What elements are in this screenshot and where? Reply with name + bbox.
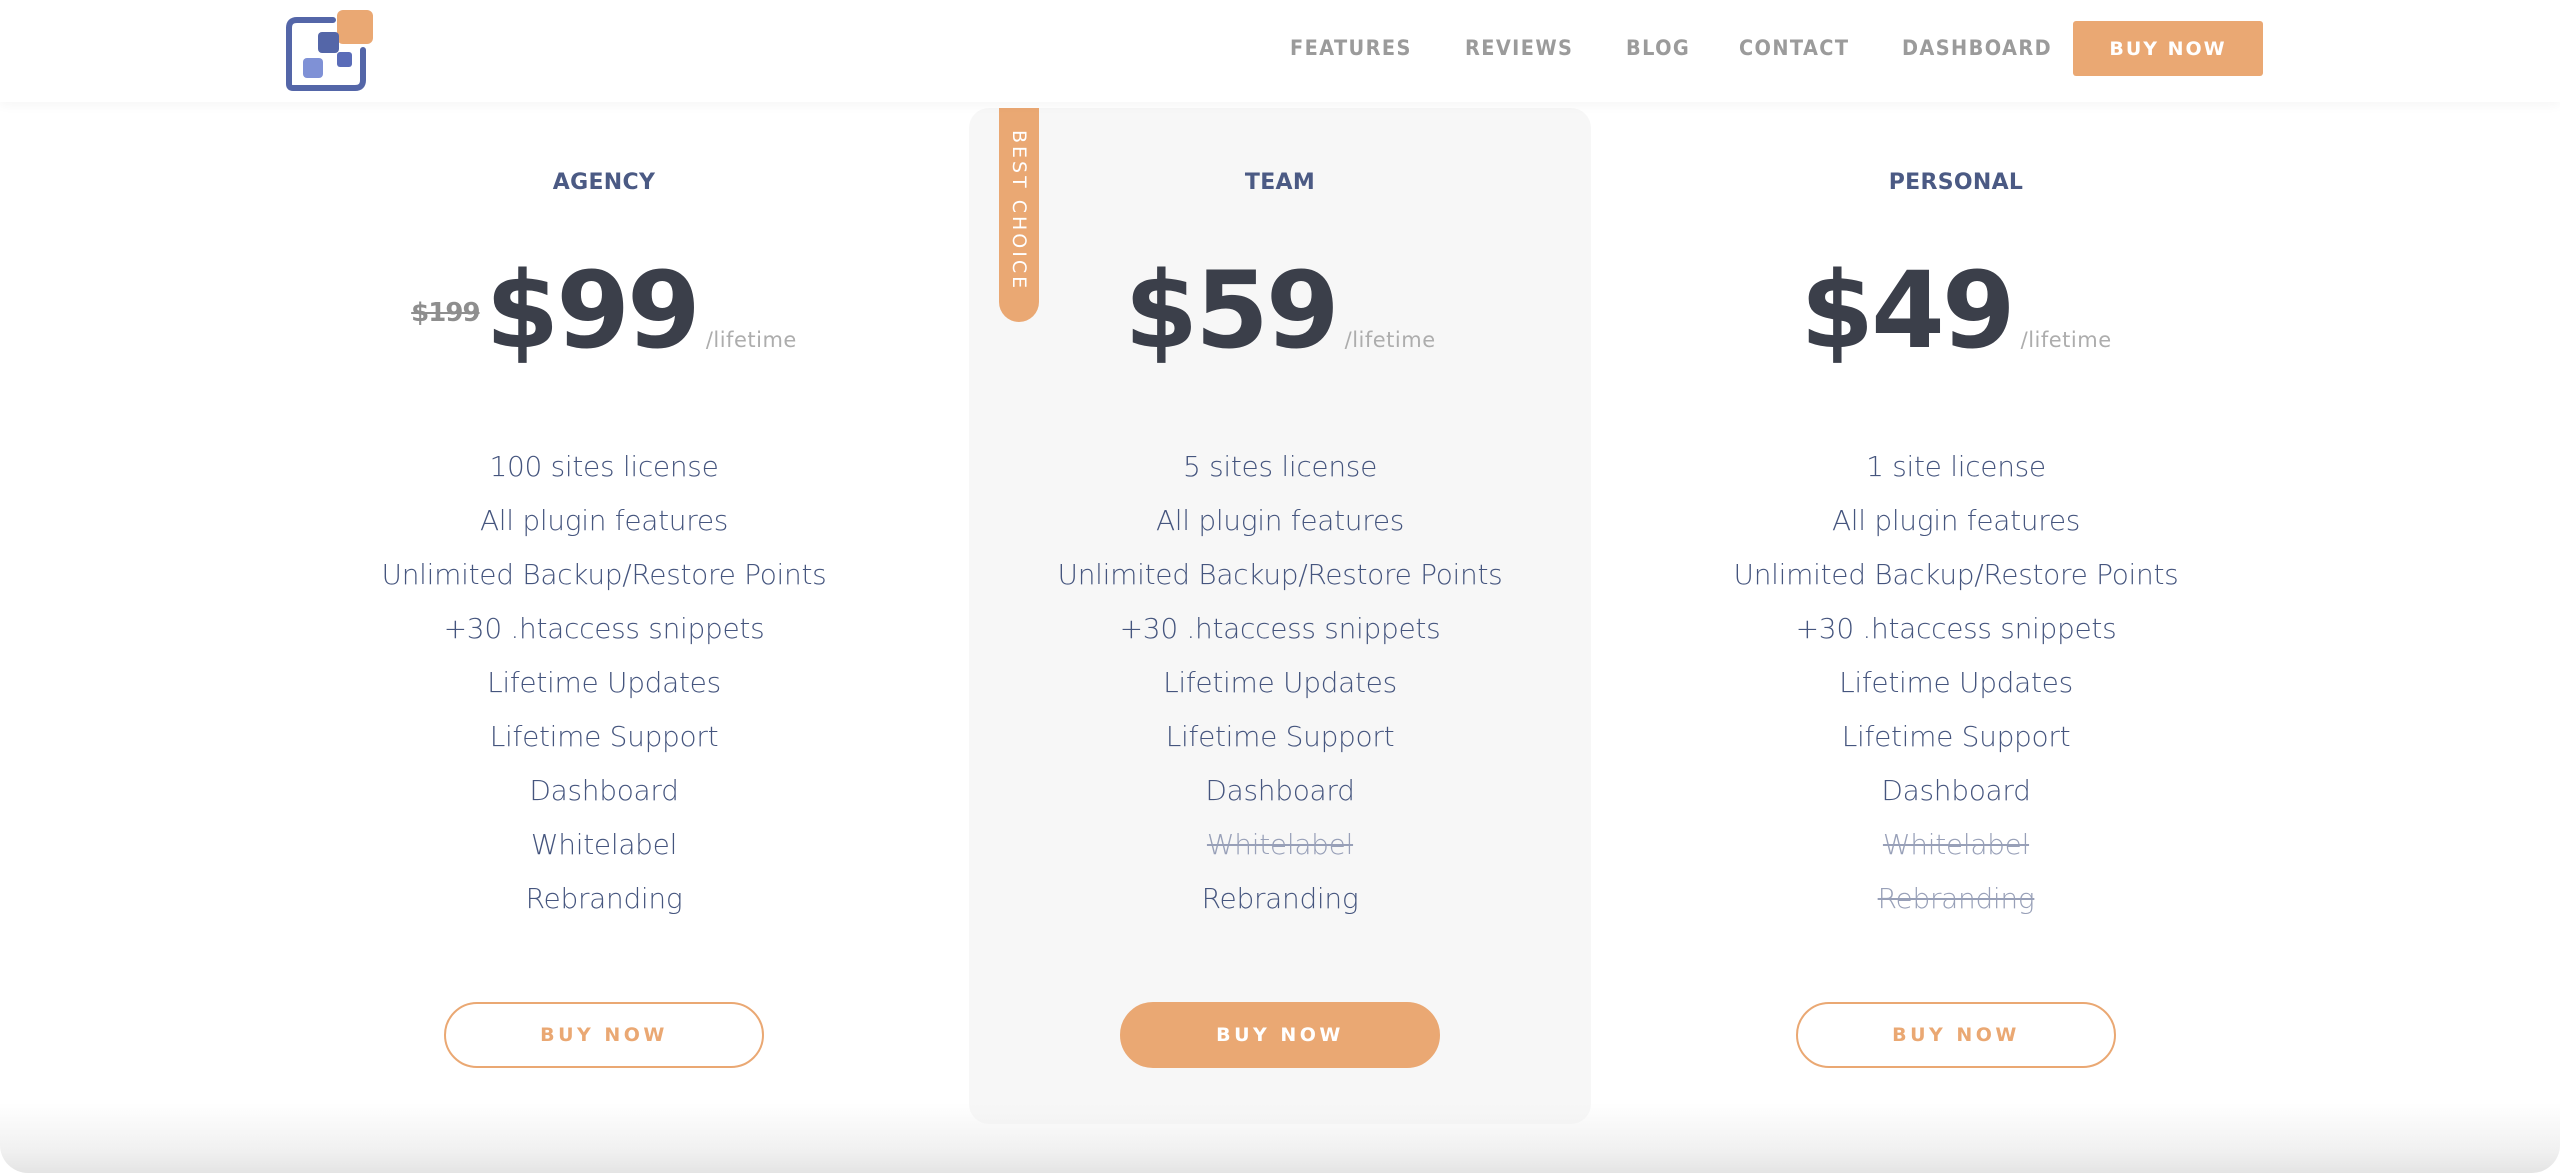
- header-buy-now-button[interactable]: BUY NOW: [2073, 21, 2263, 76]
- price-row: $59 /lifetime: [969, 258, 1591, 364]
- price-period: /lifetime: [705, 328, 797, 352]
- pricing-page: FEATURES REVIEWS BLOG CONTACT DASHBOARD …: [0, 0, 2560, 1173]
- nav-dashboard[interactable]: DASHBOARD: [1902, 36, 2052, 60]
- nav-features[interactable]: FEATURES: [1290, 36, 1412, 60]
- agency-buy-now-button[interactable]: BUY NOW: [444, 1002, 764, 1068]
- feature-item: Lifetime Support: [1165, 720, 1395, 753]
- nav-contact[interactable]: CONTACT: [1739, 36, 1849, 60]
- price-period: /lifetime: [1344, 328, 1436, 352]
- plan-title: AGENCY: [552, 170, 656, 195]
- nav-blog[interactable]: BLOG: [1626, 36, 1690, 60]
- feature-item: All plugin features: [1155, 504, 1405, 537]
- feature-item: Unlimited Backup/Restore Points: [1733, 558, 2179, 591]
- price: $49: [1800, 249, 2015, 372]
- main-nav: FEATURES REVIEWS BLOG CONTACT DASHBOARD: [1290, 0, 2108, 96]
- team-buy-now-button[interactable]: BUY NOW: [1120, 1002, 1440, 1068]
- personal-buy-now-button[interactable]: BUY NOW: [1796, 1002, 2116, 1068]
- feature-item: Dashboard: [1205, 774, 1355, 807]
- feature-item: Unlimited Backup/Restore Points: [381, 558, 827, 591]
- plan-title: TEAM: [1244, 170, 1316, 195]
- feature-item: Lifetime Updates: [487, 666, 721, 699]
- feature-list: 1 site license All plugin features Unlimit…: [1645, 440, 2267, 926]
- feature-list: 100 sites license All plugin features Unli…: [293, 440, 915, 926]
- feature-item: 100 sites license: [489, 450, 719, 483]
- plan-title: PERSONAL: [1888, 170, 2024, 195]
- bottom-shadow: [0, 1103, 2560, 1173]
- feature-item: Whitelabel: [530, 828, 678, 861]
- feature-item: Whitelabel: [1882, 828, 2030, 861]
- old-price: $199: [411, 298, 480, 328]
- feature-item: Lifetime Support: [1841, 720, 2071, 753]
- feature-item: +30 .htaccess snippets: [443, 612, 765, 645]
- feature-item: All plugin features: [479, 504, 729, 537]
- feature-item: Rebranding: [1201, 882, 1359, 915]
- plan-personal: PERSONAL $49 /lifetime 1 site license All…: [1645, 108, 2267, 1124]
- price-row: $49 /lifetime: [1645, 258, 2267, 364]
- price-row: $199 $99 /lifetime: [293, 258, 915, 364]
- feature-item: All plugin features: [1831, 504, 2081, 537]
- logo-icon[interactable]: [281, 8, 375, 92]
- site-header: FEATURES REVIEWS BLOG CONTACT DASHBOARD …: [0, 0, 2560, 102]
- feature-item: Lifetime Updates: [1839, 666, 2073, 699]
- feature-item: +30 .htaccess snippets: [1119, 612, 1441, 645]
- feature-item: Rebranding: [525, 882, 683, 915]
- feature-item: Unlimited Backup/Restore Points: [1057, 558, 1503, 591]
- feature-item: Lifetime Support: [489, 720, 719, 753]
- feature-item: 5 sites license: [1182, 450, 1378, 483]
- feature-item: Dashboard: [529, 774, 679, 807]
- feature-item: Lifetime Updates: [1163, 666, 1397, 699]
- feature-item: Dashboard: [1881, 774, 2031, 807]
- plan-team: BEST CHOICE TEAM $59 /lifetime 5 sites l…: [969, 108, 1591, 1124]
- plan-agency: AGENCY $199 $99 /lifetime 100 sites lice…: [293, 108, 915, 1124]
- feature-item: Rebranding: [1877, 882, 2035, 915]
- price: $99: [485, 249, 701, 372]
- feature-item: +30 .htaccess snippets: [1795, 612, 2117, 645]
- nav-reviews[interactable]: REVIEWS: [1465, 36, 1573, 60]
- feature-list: 5 sites license All plugin features Unlimi…: [969, 440, 1591, 926]
- feature-item: Whitelabel: [1206, 828, 1354, 861]
- feature-item: 1 site license: [1866, 450, 2046, 483]
- price: $59: [1124, 249, 1339, 372]
- price-period: /lifetime: [2020, 328, 2112, 352]
